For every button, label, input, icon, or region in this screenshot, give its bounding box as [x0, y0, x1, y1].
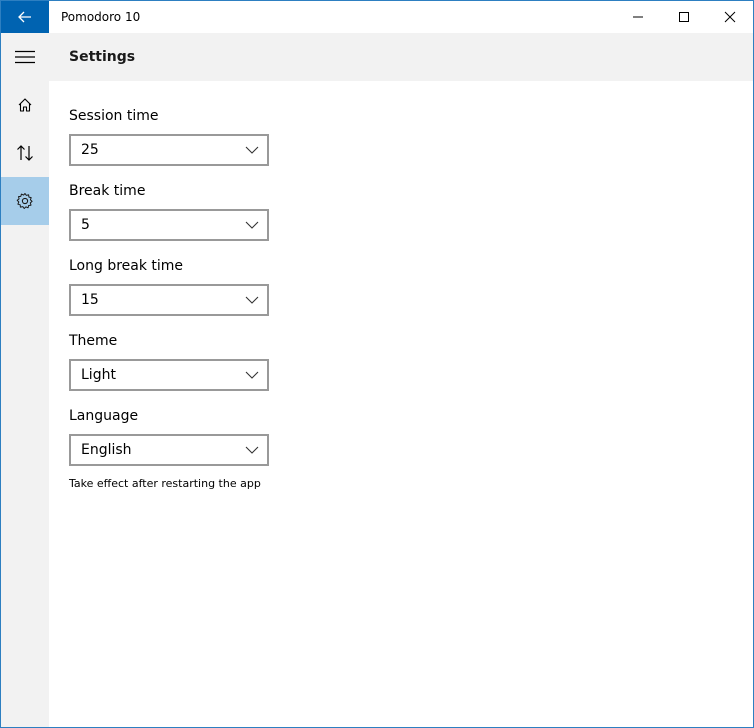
chevron-down-icon [245, 371, 259, 379]
nav-item-home[interactable] [1, 81, 49, 129]
close-button[interactable] [707, 1, 753, 33]
page-header: Settings [49, 33, 753, 81]
chevron-down-icon [245, 146, 259, 154]
theme-value: Light [81, 367, 116, 383]
language-value: English [81, 442, 132, 458]
nav-menu-button[interactable] [1, 33, 49, 81]
app-window: Pomodoro 10 Settings Session time 25 Bre… [0, 0, 754, 728]
close-icon [724, 11, 736, 23]
nav-item-sort[interactable] [1, 129, 49, 177]
maximize-button[interactable] [661, 1, 707, 33]
long-break-time-value: 15 [81, 292, 99, 308]
session-time-label: Session time [69, 108, 159, 124]
theme-label: Theme [69, 333, 118, 349]
minimize-button[interactable] [615, 1, 661, 33]
language-dropdown[interactable]: English [69, 434, 269, 466]
chevron-down-icon [245, 221, 259, 229]
title-bar: Pomodoro 10 [1, 1, 753, 33]
back-arrow-icon [18, 11, 31, 23]
session-time-value: 25 [81, 142, 99, 158]
back-button[interactable] [1, 1, 49, 33]
break-time-value: 5 [81, 217, 90, 233]
restart-note: Take effect after restarting the app [69, 477, 261, 490]
settings-panel: Session time 25 Break time 5 Long break … [49, 81, 753, 727]
hamburger-menu-icon [15, 50, 35, 64]
window-title: Pomodoro 10 [61, 10, 141, 24]
chevron-down-icon [245, 296, 259, 304]
long-break-time-label: Long break time [69, 258, 184, 274]
theme-dropdown[interactable]: Light [69, 359, 269, 391]
break-time-dropdown[interactable]: 5 [69, 209, 269, 241]
navigation-rail [1, 33, 49, 727]
minimize-icon [633, 16, 643, 18]
session-time-dropdown[interactable]: 25 [69, 134, 269, 166]
long-break-time-dropdown[interactable]: 15 [69, 284, 269, 316]
gear-icon [16, 193, 33, 209]
chevron-down-icon [245, 446, 259, 454]
nav-item-settings[interactable] [1, 177, 49, 225]
home-icon [18, 98, 32, 112]
page-title: Settings [69, 49, 136, 65]
maximize-icon [679, 12, 689, 22]
break-time-label: Break time [69, 183, 146, 199]
sort-arrows-icon [17, 145, 33, 161]
language-label: Language [69, 408, 139, 424]
